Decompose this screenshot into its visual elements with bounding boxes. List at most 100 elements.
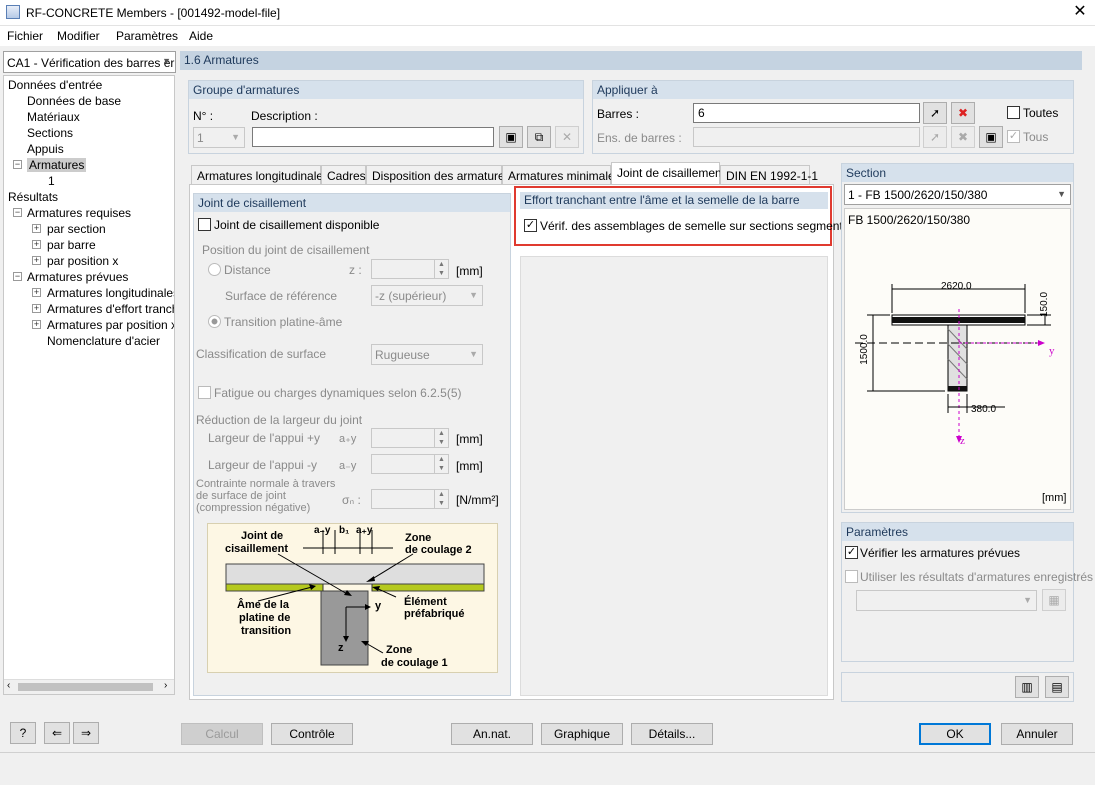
apply-header: Appliquer à [593,81,1073,99]
tree-results[interactable]: Résultats [8,190,58,204]
collapse-icon[interactable]: − [13,208,22,217]
pick-sets-icon[interactable]: ➚ [923,126,947,148]
diag-a-plus: a₊y [356,525,373,536]
tree-by-section[interactable]: par section [47,222,106,236]
section-info-icon[interactable]: ▥ [1015,676,1039,698]
shear-check-label: Vérif. des assemblages de semelle sur se… [540,219,863,233]
tree-scrollbar[interactable]: ‹ › [4,679,174,694]
section-select[interactable]: 1 - FB 1500/2620/150/380 ▼ [844,184,1071,205]
copy-group-icon[interactable]: ⧉ [527,126,551,148]
tree-by-member[interactable]: par barre [47,238,96,252]
cancel-button[interactable]: Annuler [1001,723,1073,745]
collapse-icon[interactable]: − [13,160,22,169]
clear-members-icon[interactable]: ✖ [951,102,975,124]
tree-supports[interactable]: Appuis [27,142,64,156]
tree-by-x[interactable]: par position x [47,254,118,268]
diag-web: Âme de la [237,599,289,611]
tree-reinforcement[interactable]: Armatures [27,158,87,172]
scroll-left-icon[interactable]: ‹ [7,680,10,691]
check-provided-label: Vérifier les armatures prévues [860,546,1021,560]
width-plus-input[interactable]: ▲ ▼ [371,428,449,448]
check-provided-checkbox[interactable]: ✓ [845,546,858,559]
annat-button[interactable]: An.nat. [451,723,533,745]
sigma-input[interactable]: ▲ ▼ [371,489,449,509]
chevron-down-icon: ▼ [231,132,240,142]
tab-arrangement[interactable]: Disposition des armatures [366,165,511,184]
section-edit-icon[interactable]: ▤ [1045,676,1069,698]
surface-class-label: Classification de surface [196,347,327,361]
group-header: Groupe d'armatures [189,81,583,99]
tab-din-en[interactable]: DIN EN 1992-1-1 [720,165,818,184]
width-reduction-label: Réduction de la largeur du joint [196,413,363,427]
menu-edit[interactable]: Modifier [57,29,100,43]
new-group-icon[interactable]: ▣ [499,126,523,148]
surface-class-select[interactable]: Rugueuse ▼ [371,344,483,365]
all-members-checkbox[interactable] [1007,106,1020,119]
delete-group-icon[interactable]: ✕ [555,126,579,148]
scroll-thumb[interactable] [18,683,153,691]
case-select[interactable]: CA1 - Vérification des barres er ▼ [3,51,176,73]
export-icon[interactable]: ⇒ [73,722,99,744]
tree-shear[interactable]: Armatures d'effort trancha [47,302,174,316]
z-input[interactable]: ▲ ▼ [371,259,449,279]
tree-by-x2[interactable]: Armatures par position x [47,318,174,332]
scroll-right-icon[interactable]: › [164,680,167,691]
all-sets-checkbox[interactable]: ✓ [1007,130,1020,143]
shear-check-checkbox[interactable]: ✓ [524,219,537,232]
pick-members-icon[interactable]: ➚ [923,102,947,124]
expand-icon[interactable]: + [32,240,41,249]
menu-help[interactable]: Aide [189,29,213,43]
tab-minimum[interactable]: Armatures minimales [502,165,621,184]
tree-reinf-1[interactable]: 1 [48,174,55,188]
use-saved-checkbox[interactable] [845,570,858,583]
calc-button[interactable]: Calcul [181,723,263,745]
import-icon[interactable]: ⇐ [44,722,70,744]
details-button[interactable]: Détails... [631,723,713,745]
new-set-icon[interactable]: ▣ [979,126,1003,148]
diag-joint-label: Joint de [241,530,284,542]
saved-results-select[interactable]: ▼ [856,590,1037,611]
tab-stirrups[interactable]: Cadres [321,165,366,184]
ref-surface-select[interactable]: -z (supérieur) ▼ [371,285,483,306]
menu-settings[interactable]: Paramètres [116,29,178,43]
tree-input-data[interactable]: Données d'entrée [8,78,102,92]
distance-radio[interactable] [208,263,221,276]
width-minus-input[interactable]: ▲ ▼ [371,454,449,474]
tab-shear-joint[interactable]: Joint de cisaillement [611,162,725,184]
expand-icon[interactable]: + [32,256,41,265]
description-input[interactable] [252,127,494,147]
tree-required[interactable]: Armatures requises [27,206,131,220]
expand-icon[interactable]: + [32,304,41,313]
fatigue-checkbox[interactable] [198,386,211,399]
tree-longit[interactable]: Armatures longitudinales [47,286,174,300]
tree-provided[interactable]: Armatures prévues [27,270,128,284]
clear-sets-icon[interactable]: ✖ [951,126,975,148]
control-button[interactable]: Contrôle [271,723,353,745]
z-label: z : [349,263,362,277]
expand-icon[interactable]: + [32,320,41,329]
saved-results-icon[interactable]: ▦ [1042,589,1066,611]
members-label: Barres : [597,107,640,121]
members-input[interactable]: 6 [693,103,920,123]
collapse-icon[interactable]: − [13,272,22,281]
description-label: Description : [251,109,318,123]
transition-radio[interactable] [208,315,221,328]
expand-icon[interactable]: + [32,224,41,233]
diag-prefab: Élément [404,596,447,608]
tree-sections[interactable]: Sections [27,126,73,140]
sets-input[interactable] [693,127,920,147]
group-number-select[interactable]: 1 ▼ [193,127,245,148]
tab-longitudinal[interactable]: Armatures longitudinales [191,165,329,184]
expand-icon[interactable]: + [32,288,41,297]
tree-basic[interactable]: Données de base [27,94,121,108]
close-icon[interactable]: ✕ [1070,2,1090,22]
graphic-button[interactable]: Graphique [541,723,623,745]
tree-steel-list[interactable]: Nomenclature d'acier [47,334,160,348]
distance-label: Distance [224,263,271,277]
menu-file[interactable]: Fichier [7,29,43,43]
help-icon[interactable]: ? [10,722,36,744]
ok-button[interactable]: OK [919,723,991,745]
ref-surface-label: Surface de référence [225,289,338,303]
joint-available-checkbox[interactable] [198,218,211,231]
tree-materials[interactable]: Matériaux [27,110,80,124]
